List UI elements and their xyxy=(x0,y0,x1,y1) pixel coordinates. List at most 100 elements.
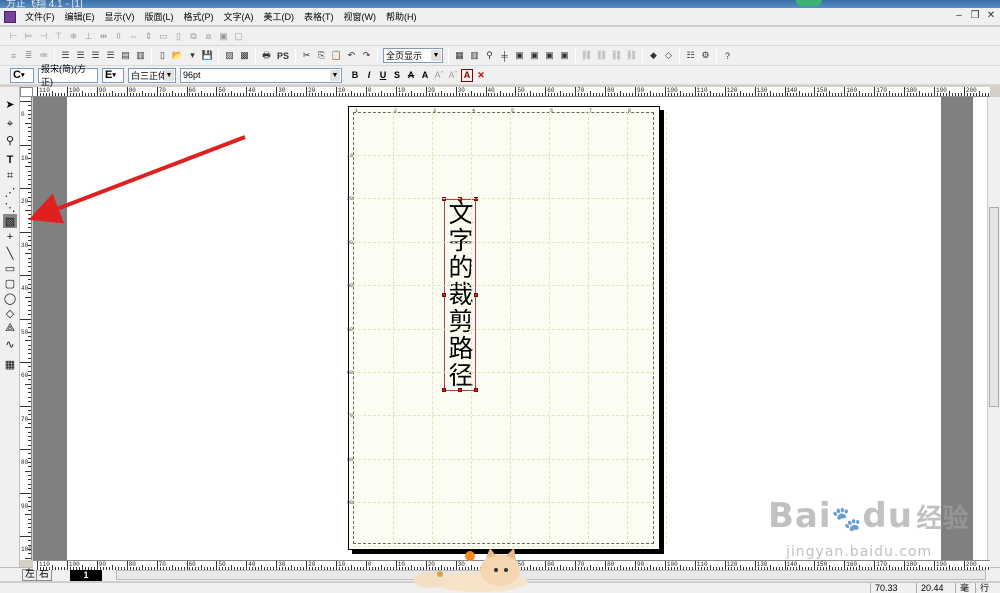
layer-3-icon[interactable]: ▣ xyxy=(543,49,556,62)
unlink-text-icon[interactable]: ⋱ xyxy=(3,200,17,214)
link-text-icon[interactable]: ⋰ xyxy=(3,185,17,199)
properties-icon[interactable]: ☷ xyxy=(684,49,697,62)
link-4-icon[interactable]: ⛓ xyxy=(625,49,638,62)
menu-art[interactable]: 美工(D) xyxy=(259,10,300,23)
send-back-icon[interactable]: ◇ xyxy=(662,49,675,62)
ruler-corner[interactable] xyxy=(20,87,33,97)
selection-handle[interactable] xyxy=(442,388,446,392)
layer-1-icon[interactable]: ▣ xyxy=(513,49,526,62)
close-icon[interactable]: ✕ xyxy=(984,10,998,21)
selection-handle[interactable] xyxy=(458,388,462,392)
menu-edit[interactable]: 编辑(E) xyxy=(60,10,100,23)
image-tool-icon[interactable]: ▧ xyxy=(3,214,17,228)
cross-tool-icon[interactable]: + xyxy=(3,230,17,244)
unlock-icon[interactable]: ▢ xyxy=(232,30,245,43)
align-right-icon[interactable]: ⊣ xyxy=(37,30,50,43)
copy-icon[interactable]: ⎘ xyxy=(315,49,328,62)
document-page[interactable]: 文字的裁剪路径 1 2 3 4 5 6 7 8 10 20 30 40 50 60 70 80 90 xyxy=(347,106,667,550)
canvas-area[interactable]: 文字的裁剪路径 1 2 3 4 5 6 7 8 10 20 30 40 50 60 70 80 90 xyxy=(33,97,990,560)
align-text-left-icon[interactable]: ☰ xyxy=(59,49,72,62)
columns-icon[interactable]: ▥ xyxy=(134,49,147,62)
justify-icon[interactable]: ☰ xyxy=(104,49,117,62)
settings-icon[interactable]: ⚙ xyxy=(699,49,712,62)
outdent-icon[interactable]: ≣ xyxy=(22,49,35,62)
view-grid-icon[interactable]: ▦ xyxy=(453,49,466,62)
zoom-icon[interactable]: ⚲ xyxy=(3,133,17,147)
redo-icon[interactable]: ↷ xyxy=(360,49,373,62)
menu-file[interactable]: 文件(F) xyxy=(20,10,60,23)
shadow-button[interactable]: S xyxy=(391,69,403,82)
menu-text[interactable]: 文字(A) xyxy=(219,10,259,23)
zoom-select[interactable]: 全页显示 ▼ xyxy=(383,48,443,63)
bezier-tool-icon[interactable]: ∿ xyxy=(3,337,17,351)
grow-font-icon[interactable]: Aˆ xyxy=(433,69,445,82)
link-3-icon[interactable]: ⛓ xyxy=(610,49,623,62)
same-width-icon[interactable]: ▭ xyxy=(157,30,170,43)
para-icon[interactable]: ≔ xyxy=(37,49,50,62)
chinese-font-select[interactable]: 报宋(简)(方正) xyxy=(38,64,98,87)
right-page-button[interactable]: 右 xyxy=(36,569,52,581)
link-1-icon[interactable]: ⛓ xyxy=(580,49,593,62)
shrink-font-icon[interactable]: Aˇ xyxy=(447,69,459,82)
select-arrow-icon[interactable]: ➤ xyxy=(3,97,17,111)
selection-handle[interactable] xyxy=(474,293,478,297)
align-left-icon[interactable]: ⊢ xyxy=(7,30,20,43)
align-top-icon[interactable]: ⊤ xyxy=(52,30,65,43)
western-font-select[interactable]: 白三正体 ▼ xyxy=(128,67,176,83)
rectangle-tool-icon[interactable]: ▭ xyxy=(3,261,17,275)
font-size-select[interactable]: 96pt ▼ xyxy=(180,67,342,83)
justify-all-icon[interactable]: ▤ xyxy=(119,49,132,62)
diamond-tool-icon[interactable]: ◇ xyxy=(3,306,17,320)
ellipse-tool-icon[interactable]: ◯ xyxy=(3,291,17,305)
link-2-icon[interactable]: ⛓ xyxy=(595,49,608,62)
chinese-font-toggle[interactable]: C ▾ xyxy=(10,67,34,83)
align-middle-icon[interactable]: ≑ xyxy=(67,30,80,43)
menu-layout[interactable]: 版面(L) xyxy=(140,10,179,23)
text-tool-icon[interactable]: T xyxy=(3,153,17,167)
rounded-rect-tool-icon[interactable]: ▢ xyxy=(3,276,17,290)
polygon-tool-icon[interactable]: ⟁ xyxy=(3,321,17,335)
underline-button[interactable]: U xyxy=(377,69,389,82)
menu-window[interactable]: 视窗(W) xyxy=(339,10,382,23)
bring-front-icon[interactable]: ◆ xyxy=(647,49,660,62)
group-icon[interactable]: ⧉ xyxy=(187,30,200,43)
help-icon[interactable]: ? xyxy=(721,49,734,62)
selection-handle[interactable] xyxy=(474,388,478,392)
minimize-icon[interactable]: – xyxy=(952,10,966,21)
selection-handle[interactable] xyxy=(442,293,446,297)
crop-icon[interactable]: ⌗ xyxy=(3,169,17,183)
pin-icon[interactable]: ⚲ xyxy=(483,49,496,62)
table-tool-icon[interactable]: ▦ xyxy=(3,357,17,371)
save-icon[interactable]: 💾 xyxy=(201,49,214,62)
lock-icon[interactable]: ▣ xyxy=(217,30,230,43)
line-tool-icon[interactable]: ╲ xyxy=(3,246,17,260)
superscript-button[interactable]: A xyxy=(419,69,431,82)
menu-format[interactable]: 格式(P) xyxy=(179,10,219,23)
vertical-ruler[interactable]: 0 10 20 30 40 50 60 70 80 90 100 xyxy=(20,97,32,560)
clear-format-button[interactable]: A xyxy=(461,68,473,82)
menu-view[interactable]: 显示(V) xyxy=(100,10,140,23)
paste-icon[interactable]: 📋 xyxy=(330,49,343,62)
horizontal-ruler[interactable]: 110 100 90 80 70 60 50 40 30 20 10 0 10 20 30 40 50 60 70 8… xyxy=(33,87,990,97)
align-text-center-icon[interactable]: ☰ xyxy=(74,49,87,62)
export-icon[interactable]: ▩ xyxy=(238,49,251,62)
ungroup-icon[interactable]: ⧈ xyxy=(202,30,215,43)
dropdown-icon[interactable]: ▾ xyxy=(186,49,199,62)
ps-button[interactable]: PS xyxy=(275,49,291,62)
horizontal-scrollbar[interactable] xyxy=(116,570,986,580)
node-select-icon[interactable]: ⌖ xyxy=(3,117,17,131)
print-icon[interactable]: 🖶 xyxy=(260,49,273,62)
vertical-scrollbar[interactable] xyxy=(987,97,1000,567)
distribute-h-icon[interactable]: ⇹ xyxy=(97,30,110,43)
layer-4-icon[interactable]: ▣ xyxy=(558,49,571,62)
distribute-v-icon[interactable]: ⇳ xyxy=(112,30,125,43)
cut-icon[interactable]: ✂ xyxy=(300,49,313,62)
undo-icon[interactable]: ↶ xyxy=(345,49,358,62)
new-file-icon[interactable]: ▯ xyxy=(156,49,169,62)
menu-table[interactable]: 表格(T) xyxy=(299,10,339,23)
open-file-icon[interactable]: 📂 xyxy=(171,49,184,62)
bold-button[interactable]: B xyxy=(349,69,361,82)
scrollbar-thumb[interactable] xyxy=(989,207,999,407)
align-bottom-icon[interactable]: ⊥ xyxy=(82,30,95,43)
space-v-icon[interactable]: ⇕ xyxy=(142,30,155,43)
